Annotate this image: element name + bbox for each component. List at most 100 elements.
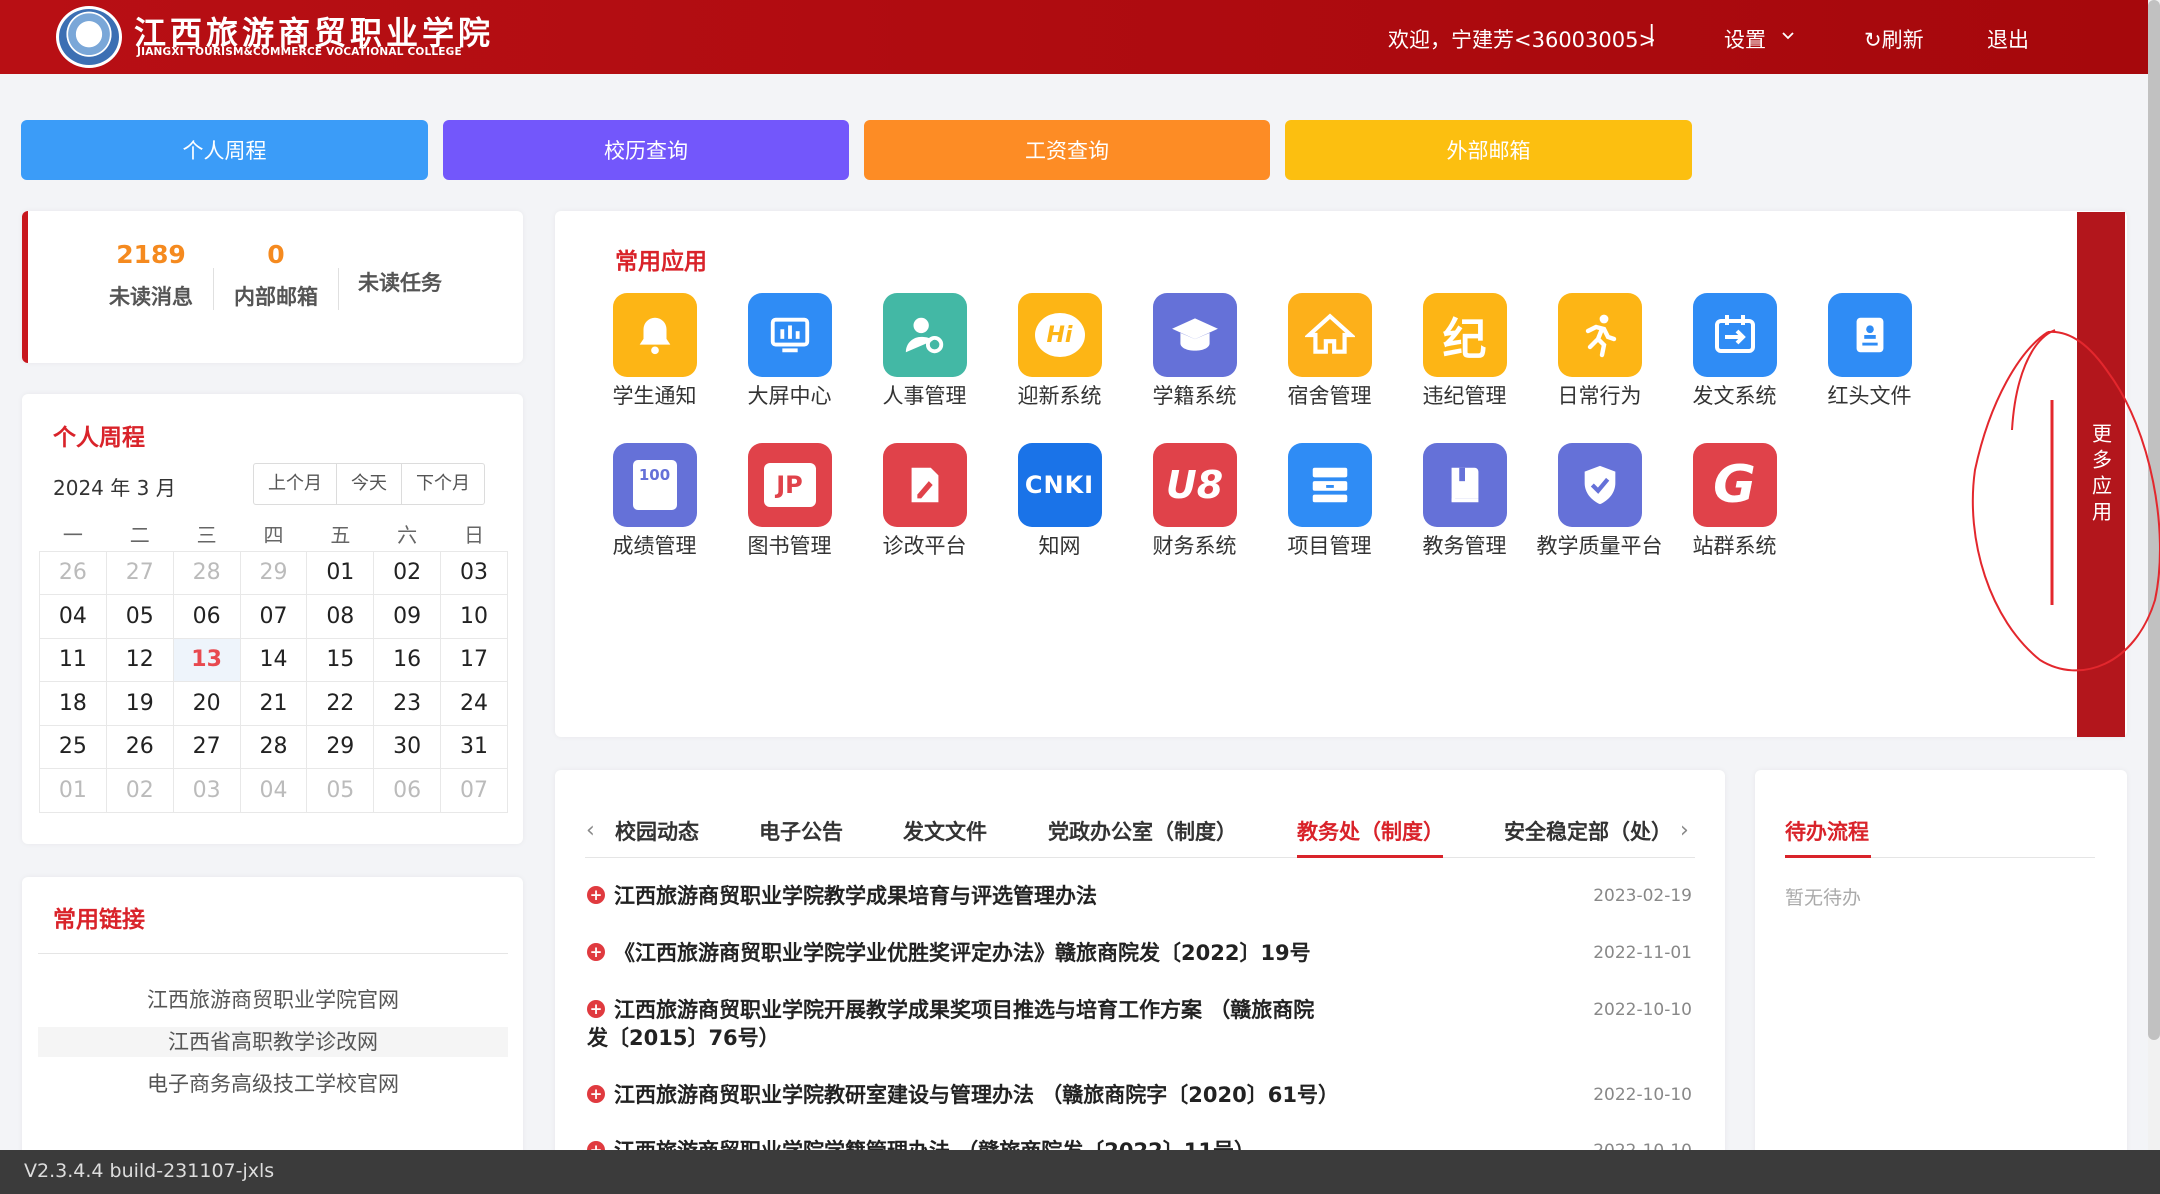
calendar-day[interactable]: 26 bbox=[39, 550, 107, 595]
calendar-day[interactable]: 14 bbox=[239, 637, 308, 682]
calendar-day[interactable]: 28 bbox=[239, 724, 308, 769]
link-college-website[interactable]: 江西旅游商贸职业学院官网 bbox=[38, 985, 508, 1015]
calendar-day[interactable]: 02 bbox=[373, 550, 442, 595]
tab-documents[interactable]: 发文文件 bbox=[903, 816, 987, 846]
ji-character-icon[interactable]: 纪 bbox=[1422, 293, 1507, 377]
dashboard-icon[interactable] bbox=[747, 293, 832, 377]
calendar-day[interactable]: 09 bbox=[373, 594, 442, 639]
quick-button-schedule[interactable]: 个人周程 bbox=[21, 120, 428, 180]
score-sheet-icon[interactable]: 100 bbox=[612, 443, 697, 527]
app-label[interactable]: 教务管理 bbox=[1397, 530, 1532, 560]
calendar-day[interactable]: 07 bbox=[440, 768, 508, 813]
app-tile[interactable]: 发文系统 bbox=[1667, 293, 1802, 410]
calendar-day[interactable]: 25 bbox=[39, 724, 107, 769]
calendar-day[interactable]: 03 bbox=[440, 550, 508, 595]
app-label[interactable]: 学籍系统 bbox=[1127, 380, 1262, 410]
calendar-day[interactable]: 23 bbox=[373, 681, 442, 726]
logout-button[interactable]: 退出 bbox=[1987, 24, 2029, 54]
refresh-button[interactable]: ↻刷新 bbox=[1864, 24, 1924, 54]
calendar-day[interactable]: 08 bbox=[306, 594, 375, 639]
app-label[interactable]: 诊改平台 bbox=[857, 530, 992, 560]
tab-party-office[interactable]: 党政办公室（制度） bbox=[1048, 816, 1237, 846]
calendar-day[interactable]: 21 bbox=[239, 681, 308, 726]
calendar-day[interactable]: 28 bbox=[172, 550, 241, 595]
calendar-day[interactable]: 27 bbox=[172, 724, 241, 769]
app-tile[interactable]: 学生通知 bbox=[587, 293, 722, 410]
calendar-day[interactable]: 07 bbox=[239, 594, 308, 639]
quick-button-salary[interactable]: 工资查询 bbox=[864, 120, 1270, 180]
calendar-day[interactable]: 15 bbox=[306, 637, 375, 682]
news-item-title[interactable]: 江西旅游商贸职业学院开展教学成果奖项目推选与培育工作方案 （赣旅商院发〔2015… bbox=[587, 996, 1317, 1052]
news-item-title[interactable]: 江西旅游商贸职业学院教研室建设与管理办法 （赣旅商院字〔2020〕61号） bbox=[614, 1081, 1344, 1109]
app-label[interactable]: 迎新系统 bbox=[992, 380, 1127, 410]
app-tile[interactable]: 教务管理 bbox=[1397, 443, 1532, 560]
calendar-day[interactable]: 31 bbox=[440, 724, 508, 769]
calendar-day[interactable]: 22 bbox=[306, 681, 375, 726]
chevron-down-icon[interactable] bbox=[1782, 30, 1794, 42]
calendar-day[interactable]: 18 bbox=[39, 681, 107, 726]
cnki-icon[interactable]: CNKI bbox=[1017, 443, 1102, 527]
pending-title[interactable]: 待办流程 bbox=[1785, 816, 1869, 846]
calendar-day[interactable]: 29 bbox=[306, 724, 375, 769]
app-tile[interactable]: 学籍系统 bbox=[1127, 293, 1262, 410]
tabs-next-arrow[interactable]: › bbox=[1680, 818, 1689, 843]
app-label[interactable]: 财务系统 bbox=[1127, 530, 1262, 560]
app-tile[interactable]: 100 成绩管理 bbox=[587, 443, 722, 560]
app-tile[interactable]: 教学质量平台 bbox=[1532, 443, 1667, 560]
calendar-day[interactable]: 10 bbox=[440, 594, 508, 639]
news-item-title[interactable]: 《江西旅游商贸职业学院学业优胜奖评定办法》赣旅商院发〔2022〕19号 bbox=[614, 939, 1344, 967]
app-label[interactable]: 学生通知 bbox=[587, 380, 722, 410]
today-button[interactable]: 今天 bbox=[337, 464, 402, 504]
app-label[interactable]: 站群系统 bbox=[1667, 530, 1802, 560]
book-icon[interactable] bbox=[1422, 443, 1507, 527]
app-tile[interactable]: 人事管理 bbox=[857, 293, 992, 410]
app-tile[interactable]: CNKI 知网 bbox=[992, 443, 1127, 560]
calendar-day[interactable]: 13 bbox=[172, 637, 241, 682]
unread-messages-label[interactable]: 未读消息 bbox=[100, 281, 202, 311]
app-label[interactable]: 成绩管理 bbox=[587, 530, 722, 560]
app-label[interactable]: 知网 bbox=[992, 530, 1127, 560]
app-label[interactable]: 人事管理 bbox=[857, 380, 992, 410]
running-person-icon[interactable] bbox=[1557, 293, 1642, 377]
bell-icon[interactable] bbox=[612, 293, 697, 377]
app-label[interactable]: 发文系统 bbox=[1667, 380, 1802, 410]
calendar-day[interactable]: 01 bbox=[39, 768, 107, 813]
calendar-day[interactable]: 27 bbox=[105, 550, 174, 595]
quick-button-external-mail[interactable]: 外部邮箱 bbox=[1285, 120, 1692, 180]
news-item-title[interactable]: 江西旅游商贸职业学院教学成果培育与评选管理办法 bbox=[614, 882, 1344, 910]
app-label[interactable]: 教学质量平台 bbox=[1532, 530, 1667, 560]
hi-bubble-icon[interactable]: Hi bbox=[1017, 293, 1102, 377]
calendar-day[interactable]: 04 bbox=[239, 768, 308, 813]
person-gear-icon[interactable] bbox=[882, 293, 967, 377]
shield-check-icon[interactable] bbox=[1557, 443, 1642, 527]
app-tile[interactable]: 宿舍管理 bbox=[1262, 293, 1397, 410]
calendar-day[interactable]: 12 bbox=[105, 637, 174, 682]
calendar-arrow-icon[interactable] bbox=[1692, 293, 1777, 377]
app-tile[interactable]: 诊改平台 bbox=[857, 443, 992, 560]
app-tile[interactable]: 纪违纪管理 bbox=[1397, 293, 1532, 410]
calendar-day[interactable]: 30 bbox=[373, 724, 442, 769]
app-label[interactable]: 红头文件 bbox=[1802, 380, 1937, 410]
calendar-day[interactable]: 04 bbox=[39, 594, 107, 639]
calendar-day[interactable]: 17 bbox=[440, 637, 508, 682]
calendar-day[interactable]: 16 bbox=[373, 637, 442, 682]
app-tile[interactable]: 项目管理 bbox=[1262, 443, 1397, 560]
app-tile[interactable]: 红头文件 bbox=[1802, 293, 1937, 410]
calendar-day[interactable]: 01 bbox=[306, 550, 375, 595]
calendar-day[interactable]: 24 bbox=[440, 681, 508, 726]
app-tile[interactable]: Hi 迎新系统 bbox=[992, 293, 1127, 410]
calendar-day[interactable]: 26 bbox=[105, 724, 174, 769]
calendar-day[interactable]: 06 bbox=[172, 594, 241, 639]
tab-campus-news[interactable]: 校园动态 bbox=[615, 816, 699, 846]
edit-document-icon[interactable] bbox=[882, 443, 967, 527]
calendar-day[interactable]: 19 bbox=[105, 681, 174, 726]
prev-month-button[interactable]: 上个月 bbox=[254, 464, 337, 504]
app-tile[interactable]: JP 图书管理 bbox=[722, 443, 857, 560]
unread-tasks-label[interactable]: 未读任务 bbox=[349, 267, 451, 297]
tab-academic-affairs[interactable]: 教务处（制度） bbox=[1297, 816, 1444, 846]
app-label[interactable]: 日常行为 bbox=[1532, 380, 1667, 410]
calendar-day[interactable]: 03 bbox=[172, 768, 241, 813]
cabinet-icon[interactable] bbox=[1287, 443, 1372, 527]
tab-security[interactable]: 安全稳定部（处） bbox=[1504, 816, 1672, 846]
app-tile[interactable]: 大屏中心 bbox=[722, 293, 857, 410]
